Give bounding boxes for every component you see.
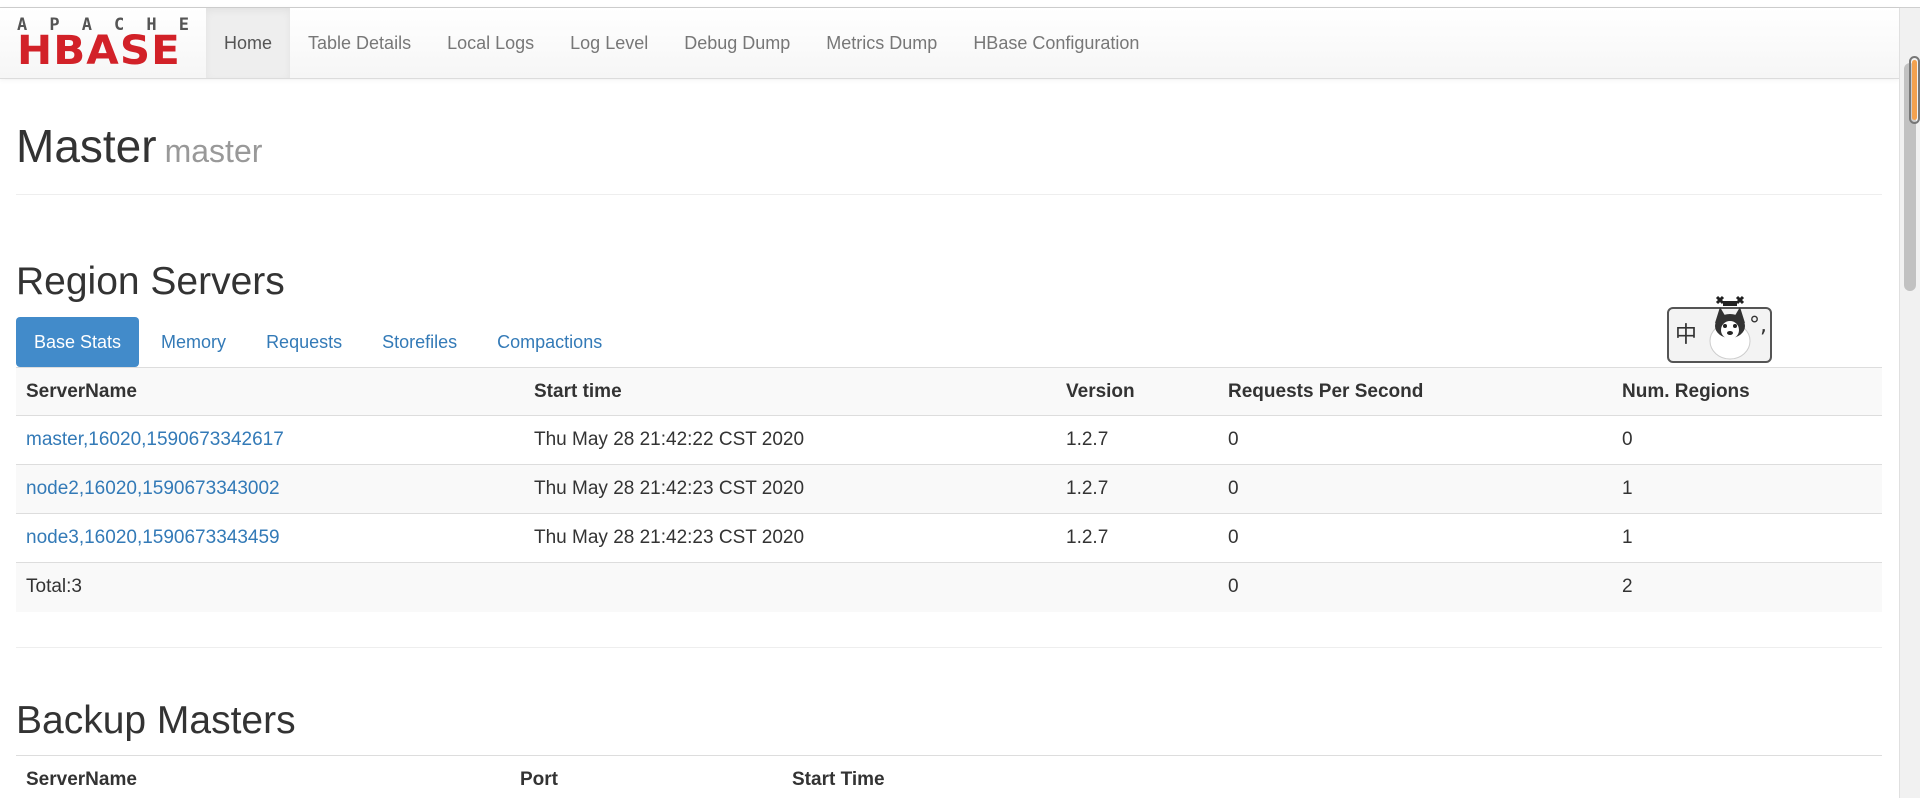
tab-compactions[interactable]: Compactions: [479, 317, 620, 367]
region-servers-title: Region Servers: [16, 260, 285, 303]
tab-storefiles[interactable]: Storefiles: [364, 317, 475, 367]
vertical-scrollbar[interactable]: [1899, 8, 1920, 798]
table-header-row: ServerName Port Start Time: [16, 755, 1882, 804]
ime-language-indicator[interactable]: 中: [1675, 317, 1697, 349]
empty-cell: [1056, 562, 1218, 612]
column-header: Start Time: [782, 755, 1882, 804]
page-header: Master master: [16, 119, 1882, 195]
column-header: Start time: [524, 367, 1056, 416]
total-requests-cell: 0: [1218, 562, 1612, 612]
nav-debug-dump[interactable]: Debug Dump: [666, 8, 808, 78]
window-top-edge: [0, 0, 1920, 8]
server-name-cell: master,16020,1590673342617: [16, 415, 524, 465]
region-servers-tabs: Base Stats Memory Requests Storefiles Co…: [16, 317, 624, 367]
page-title-text: Master: [16, 120, 157, 172]
nav-table-details[interactable]: Table Details: [290, 8, 429, 78]
region-servers-table: ServerName Start time Version Requests P…: [16, 367, 1882, 612]
table-header-row: ServerName Start time Version Requests P…: [16, 367, 1882, 416]
regions-cell: 1: [1612, 464, 1882, 514]
column-header: Requests Per Second: [1218, 367, 1612, 416]
backup-masters-table: ServerName Port Start Time: [16, 755, 1882, 804]
top-navbar: A P A C H E HBASE Home Table Details Loc…: [0, 8, 1899, 79]
start-time-cell: Thu May 28 21:42:22 CST 2020: [524, 415, 1056, 465]
version-cell: 1.2.7: [1056, 513, 1218, 563]
column-header: Version: [1056, 367, 1218, 416]
start-time-cell: Thu May 28 21:42:23 CST 2020: [524, 513, 1056, 563]
dog-mascot-icon: [1709, 295, 1751, 360]
column-header: ServerName: [16, 755, 510, 804]
table-row: node3,16020,1590673343459 Thu May 28 21:…: [16, 513, 1882, 563]
section-divider: [16, 647, 1882, 648]
server-name-cell: node2,16020,1590673343002: [16, 464, 524, 514]
ime-toolbar[interactable]: 中 °,: [1667, 295, 1772, 363]
scrollbar-marker-frame: [1909, 56, 1920, 124]
ime-punctuation-indicator[interactable]: °,: [1749, 313, 1767, 338]
version-cell: 1.2.7: [1056, 415, 1218, 465]
table-total-row: Total:3 0 2: [16, 562, 1882, 612]
tab-base-stats[interactable]: Base Stats: [16, 317, 140, 367]
requests-cell: 0: [1218, 513, 1612, 563]
table-row: node2,16020,1590673343002 Thu May 28 21:…: [16, 464, 1882, 514]
total-regions-cell: 2: [1612, 562, 1882, 612]
start-time-cell: Thu May 28 21:42:23 CST 2020: [524, 464, 1056, 514]
server-link[interactable]: node3,16020,1590673343459: [26, 527, 280, 548]
main-nav: Home Table Details Local Logs Log Level …: [206, 8, 1157, 78]
nav-metrics-dump[interactable]: Metrics Dump: [808, 8, 955, 78]
requests-cell: 0: [1218, 464, 1612, 514]
backup-masters-title: Backup Masters: [16, 699, 296, 742]
nav-local-logs[interactable]: Local Logs: [429, 8, 552, 78]
nav-log-level[interactable]: Log Level: [552, 8, 666, 78]
server-link[interactable]: node2,16020,1590673343002: [26, 478, 280, 499]
requests-cell: 0: [1218, 415, 1612, 465]
nav-home[interactable]: Home: [206, 8, 291, 78]
regions-cell: 1: [1612, 513, 1882, 563]
nav-hbase-configuration[interactable]: HBase Configuration: [955, 8, 1157, 78]
hbase-logo[interactable]: A P A C H E HBASE: [17, 17, 189, 72]
column-header: ServerName: [16, 367, 524, 416]
page-title: Master master: [16, 119, 262, 173]
tab-requests[interactable]: Requests: [248, 317, 360, 367]
server-link[interactable]: master,16020,1590673342617: [26, 429, 284, 450]
server-name-cell: node3,16020,1590673343459: [16, 513, 524, 563]
hbase-wordmark: HBASE: [17, 28, 181, 74]
column-header: Port: [510, 755, 782, 804]
tab-memory[interactable]: Memory: [143, 317, 244, 367]
version-cell: 1.2.7: [1056, 464, 1218, 514]
table-row: master,16020,1590673342617 Thu May 28 21…: [16, 415, 1882, 465]
column-header: Num. Regions: [1612, 367, 1882, 416]
regions-cell: 0: [1612, 415, 1882, 465]
total-label-cell: Total:3: [16, 562, 524, 612]
empty-cell: [524, 562, 1056, 612]
page-subtitle: master: [164, 133, 263, 169]
